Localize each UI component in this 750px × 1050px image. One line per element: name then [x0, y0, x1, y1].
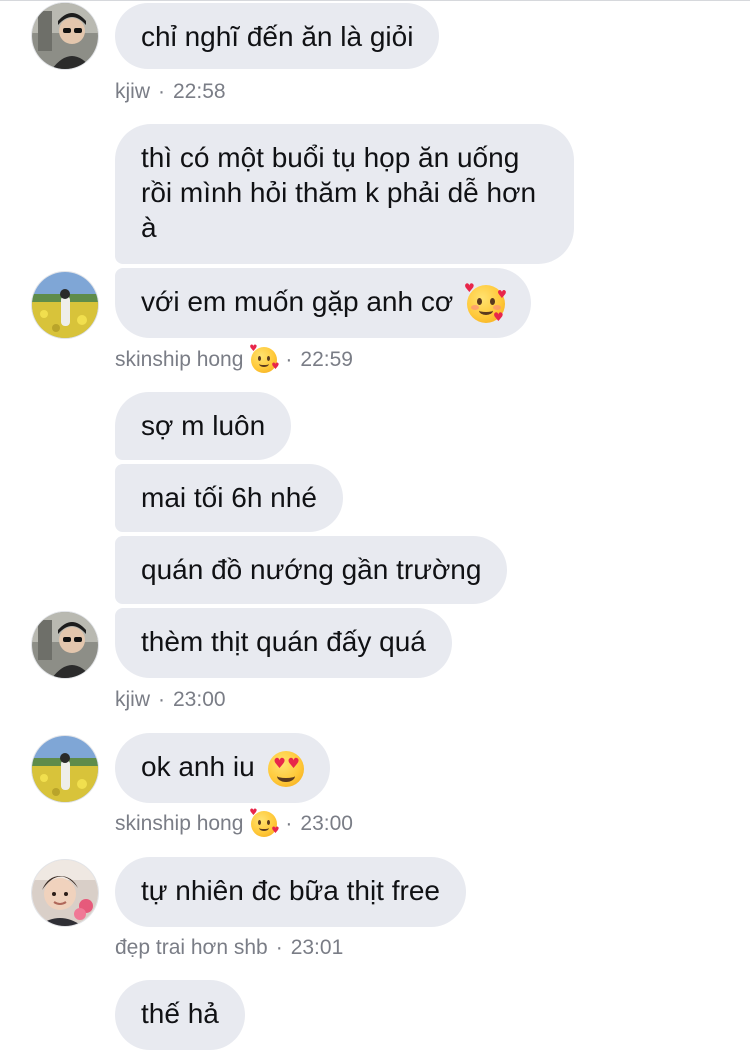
timestamp: 22:59 [300, 348, 353, 371]
message-meta: skinship hong ♥ ♥ · 22:59 [115, 344, 353, 374]
message-bubble[interactable]: ok anh iu ♥ ♥ [115, 733, 331, 803]
timestamp: 23:00 [300, 812, 353, 835]
smiling-face-with-hearts-icon: ♥ ♥ ♥ [464, 280, 507, 324]
message-meta: skinship hong ♥ ♥ · 23:00 [115, 808, 353, 838]
smiling-face-with-hearts-icon: ♥ ♥ [249, 344, 280, 373]
avatar-skinship-hong[interactable] [32, 736, 98, 802]
message-bubble[interactable]: thèm thịt quán đấy quá [115, 608, 452, 678]
sender-name[interactable]: đẹp trai hơn shb [115, 934, 268, 962]
sender-name[interactable]: kjiw [115, 78, 150, 106]
sender-name[interactable]: skinship hong [115, 810, 243, 838]
message-bubble-partial[interactable]: thế hả [115, 980, 245, 1050]
message-text: thì có một buổi tụ họp ăn uống rồi mình … [141, 142, 537, 243]
message-meta: kjiw · 23:00 [115, 686, 226, 714]
message-text: tự nhiên đc bữa thịt free [141, 875, 440, 906]
timestamp: 23:00 [173, 688, 226, 711]
heart-eyes-icon: ♥ ♥ [268, 750, 305, 787]
timestamp: 23:01 [290, 936, 344, 959]
message-text: sợ m luôn [141, 410, 266, 441]
separator: · [285, 348, 293, 371]
message-text: ok anh iu [141, 751, 255, 782]
separator: · [158, 80, 165, 103]
separator: · [285, 812, 293, 835]
avatar-kjiw[interactable] [32, 612, 98, 678]
message-bubble[interactable]: thì có một buổi tụ họp ăn uống rồi mình … [115, 124, 574, 264]
sender-name[interactable]: skinship hong [115, 346, 243, 374]
message-bubble[interactable]: với em muốn gặp anh cơ ♥ ♥ ♥ [115, 268, 531, 338]
message-bubble[interactable]: sợ m luôn [115, 392, 292, 460]
message-text: mai tối 6h nhé [141, 482, 317, 513]
message-bubble[interactable]: quán đồ nướng gần trường [115, 536, 508, 604]
smiling-face-with-hearts-icon: ♥ ♥ [249, 808, 280, 837]
avatar-skinship-hong[interactable] [32, 272, 98, 338]
avatar-kjiw[interactable] [32, 3, 98, 69]
message-meta: kjiw · 22:58 [115, 78, 226, 106]
separator: · [275, 936, 283, 959]
message-text: thế hả [141, 998, 219, 1029]
message-text: chỉ nghĩ đến ăn là giỏi [141, 21, 414, 52]
message-bubble[interactable]: mai tối 6h nhé [115, 464, 343, 532]
sender-name[interactable]: kjiw [115, 686, 150, 714]
message-bubble[interactable]: tự nhiên đc bữa thịt free [115, 857, 466, 927]
message-text: với em muốn gặp anh cơ [141, 286, 454, 317]
avatar-dep-trai-hon-shb[interactable] [32, 860, 98, 926]
message-text: quán đồ nướng gần trường [141, 554, 482, 585]
separator: · [158, 688, 165, 711]
message-text: thèm thịt quán đấy quá [141, 626, 426, 657]
top-divider [0, 0, 750, 1]
message-meta: đẹp trai hơn shb · 23:01 [115, 934, 343, 962]
message-bubble[interactable]: chỉ nghĩ đến ăn là giỏi [115, 3, 440, 69]
timestamp: 22:58 [173, 80, 226, 103]
